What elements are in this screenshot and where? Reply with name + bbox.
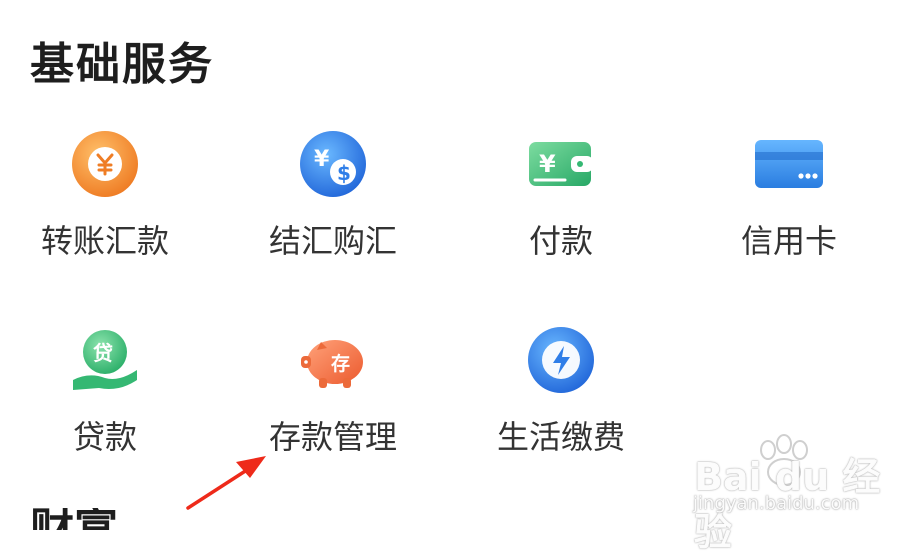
watermark-url: jingyan.baidu.com (693, 493, 860, 514)
